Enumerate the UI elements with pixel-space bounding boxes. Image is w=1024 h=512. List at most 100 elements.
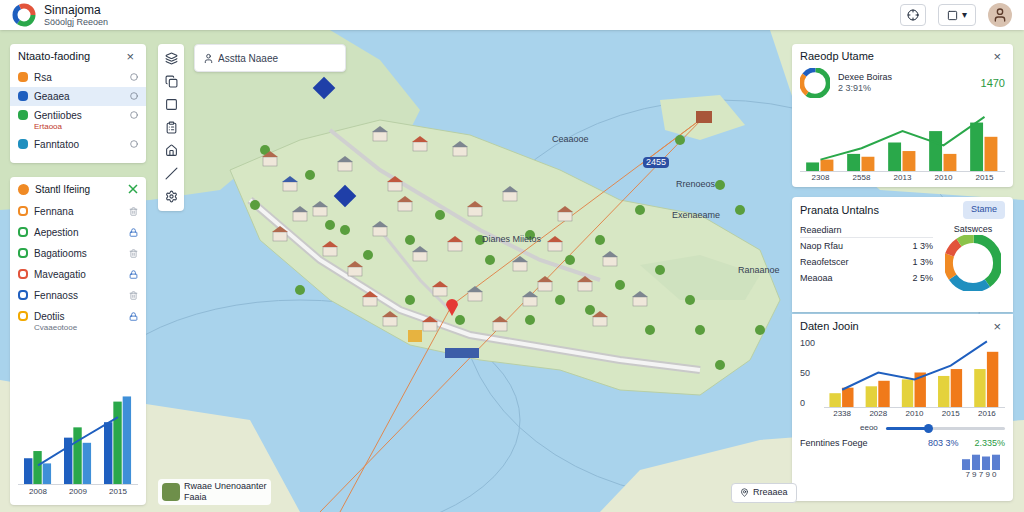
chart-bar xyxy=(83,443,91,484)
expand-icon[interactable] xyxy=(128,184,138,194)
house-icon[interactable] xyxy=(387,176,403,191)
line-icon[interactable] xyxy=(165,167,178,180)
house-icon[interactable] xyxy=(372,221,388,236)
rectangle-icon[interactable] xyxy=(165,98,178,111)
filter-item[interactable]: Fennaoss xyxy=(10,285,146,306)
house-icon[interactable] xyxy=(397,196,413,211)
house-icon[interactable] xyxy=(557,206,573,221)
bus-icon[interactable] xyxy=(408,330,422,342)
layers-icon[interactable] xyxy=(165,52,178,65)
axis-label: 2558 xyxy=(841,173,882,183)
slider-label: eeoo xyxy=(860,423,878,433)
close-button[interactable]: × xyxy=(989,50,1005,63)
avatar[interactable] xyxy=(988,3,1012,27)
trash-icon[interactable] xyxy=(129,207,138,216)
house-icon[interactable] xyxy=(322,241,338,256)
filter-item[interactable]: Fennana xyxy=(10,201,146,222)
layer-item[interactable]: Rsa xyxy=(10,68,146,87)
house-icon[interactable] xyxy=(602,251,618,266)
tree-icon xyxy=(363,250,373,260)
trash-icon[interactable] xyxy=(129,249,138,258)
chart-bar xyxy=(847,154,860,171)
close-button[interactable]: × xyxy=(989,320,1005,333)
house-icon[interactable] xyxy=(632,291,648,306)
stats-panel: Raeodp Utame×Dexee Boiras2 3:91%14702308… xyxy=(792,44,1013,187)
house-icon[interactable] xyxy=(447,236,463,251)
lock-icon[interactable] xyxy=(129,228,138,237)
house-icon[interactable] xyxy=(432,281,448,296)
lock-icon[interactable] xyxy=(129,312,138,321)
pin-icon xyxy=(740,488,749,497)
house-icon[interactable] xyxy=(452,141,468,156)
house-icon[interactable] xyxy=(337,156,353,171)
house-icon[interactable] xyxy=(382,311,398,326)
panel-title: Ntaato-faoding xyxy=(18,48,90,65)
y-tick: 100 xyxy=(800,338,820,348)
location-pin-icon[interactable] xyxy=(446,299,458,316)
house-icon[interactable] xyxy=(522,291,538,306)
layer-item[interactable]: Fanntatoo xyxy=(10,135,146,154)
boat-icon[interactable] xyxy=(445,348,479,358)
layer-icon xyxy=(18,110,28,120)
locate-button[interactable] xyxy=(900,4,926,26)
house-icon[interactable] xyxy=(467,201,483,216)
panel-header: Ntaato-faoding × xyxy=(10,44,146,68)
house-icon[interactable] xyxy=(372,126,388,141)
legend-card[interactable]: Rwaae UnenoaanterFaaia xyxy=(158,479,271,505)
house-icon[interactable] xyxy=(512,256,528,271)
house-icon[interactable] xyxy=(492,316,508,331)
clipboard-icon[interactable] xyxy=(165,121,178,134)
status-button[interactable]: Stame xyxy=(963,201,1005,219)
house-icon[interactable] xyxy=(696,111,712,123)
house-icon[interactable] xyxy=(272,226,288,241)
donut-segment xyxy=(948,238,998,288)
chart-bar xyxy=(806,162,819,171)
stats-detail: 2 3:91% xyxy=(838,83,892,94)
house-icon[interactable] xyxy=(362,291,378,306)
view-button[interactable]: ▾ xyxy=(938,4,976,26)
filter-item[interactable]: Aepestion xyxy=(10,222,146,243)
tree-icon xyxy=(715,180,725,190)
filter-item[interactable]: DeotiisCvaaeotooe xyxy=(10,306,146,337)
legend-thumb xyxy=(162,483,180,501)
house-icon[interactable] xyxy=(422,316,438,331)
status-icon xyxy=(130,73,138,81)
user-icon xyxy=(992,7,1008,23)
map-button[interactable]: Rreaaea xyxy=(731,483,797,503)
filter-item[interactable]: Maveagatio xyxy=(10,264,146,285)
house-icon[interactable] xyxy=(502,186,518,201)
house-icon[interactable] xyxy=(312,201,328,216)
filter-item[interactable]: Bagatiooms xyxy=(10,243,146,264)
layer-item[interactable]: GentiiobesErtaooa xyxy=(10,106,146,135)
house-icon[interactable] xyxy=(577,276,593,291)
house-icon[interactable] xyxy=(537,276,553,291)
settings-icon[interactable] xyxy=(165,190,178,203)
trash-icon[interactable] xyxy=(129,291,138,300)
row-label: Naop Rfau xyxy=(800,238,843,254)
house-icon[interactable] xyxy=(592,311,608,326)
house-icon[interactable] xyxy=(347,261,363,276)
search-input[interactable] xyxy=(218,51,337,66)
tree-icon xyxy=(615,280,625,290)
close-button[interactable]: × xyxy=(122,50,138,63)
pin-icon[interactable] xyxy=(313,77,336,100)
layers-panel: Ntaato-faoding × RsaGeaaeaGentiiobesErtaoo… xyxy=(10,44,146,163)
house-icon[interactable] xyxy=(412,246,428,261)
donut-segment xyxy=(802,70,829,97)
house-icon[interactable] xyxy=(412,136,428,151)
copy-icon[interactable] xyxy=(165,75,178,88)
lock-icon[interactable] xyxy=(129,270,138,279)
layer-item[interactable]: Geaaea xyxy=(10,87,146,106)
house-icon[interactable] xyxy=(467,286,483,301)
slider-thumb[interactable] xyxy=(924,424,933,433)
house-icon[interactable] xyxy=(262,151,278,166)
slider-track[interactable] xyxy=(886,427,1005,430)
list-header: Reaediarn xyxy=(800,223,933,238)
house-icon[interactable] xyxy=(292,206,308,221)
pin-icon[interactable] xyxy=(334,185,357,208)
house-icon[interactable] xyxy=(282,176,298,191)
legend-title: Rwaae Unenoaanter xyxy=(184,481,267,492)
house-icon[interactable] xyxy=(547,236,563,251)
app-title: Sinnajoma xyxy=(44,4,108,16)
house-icon[interactable] xyxy=(165,144,178,157)
